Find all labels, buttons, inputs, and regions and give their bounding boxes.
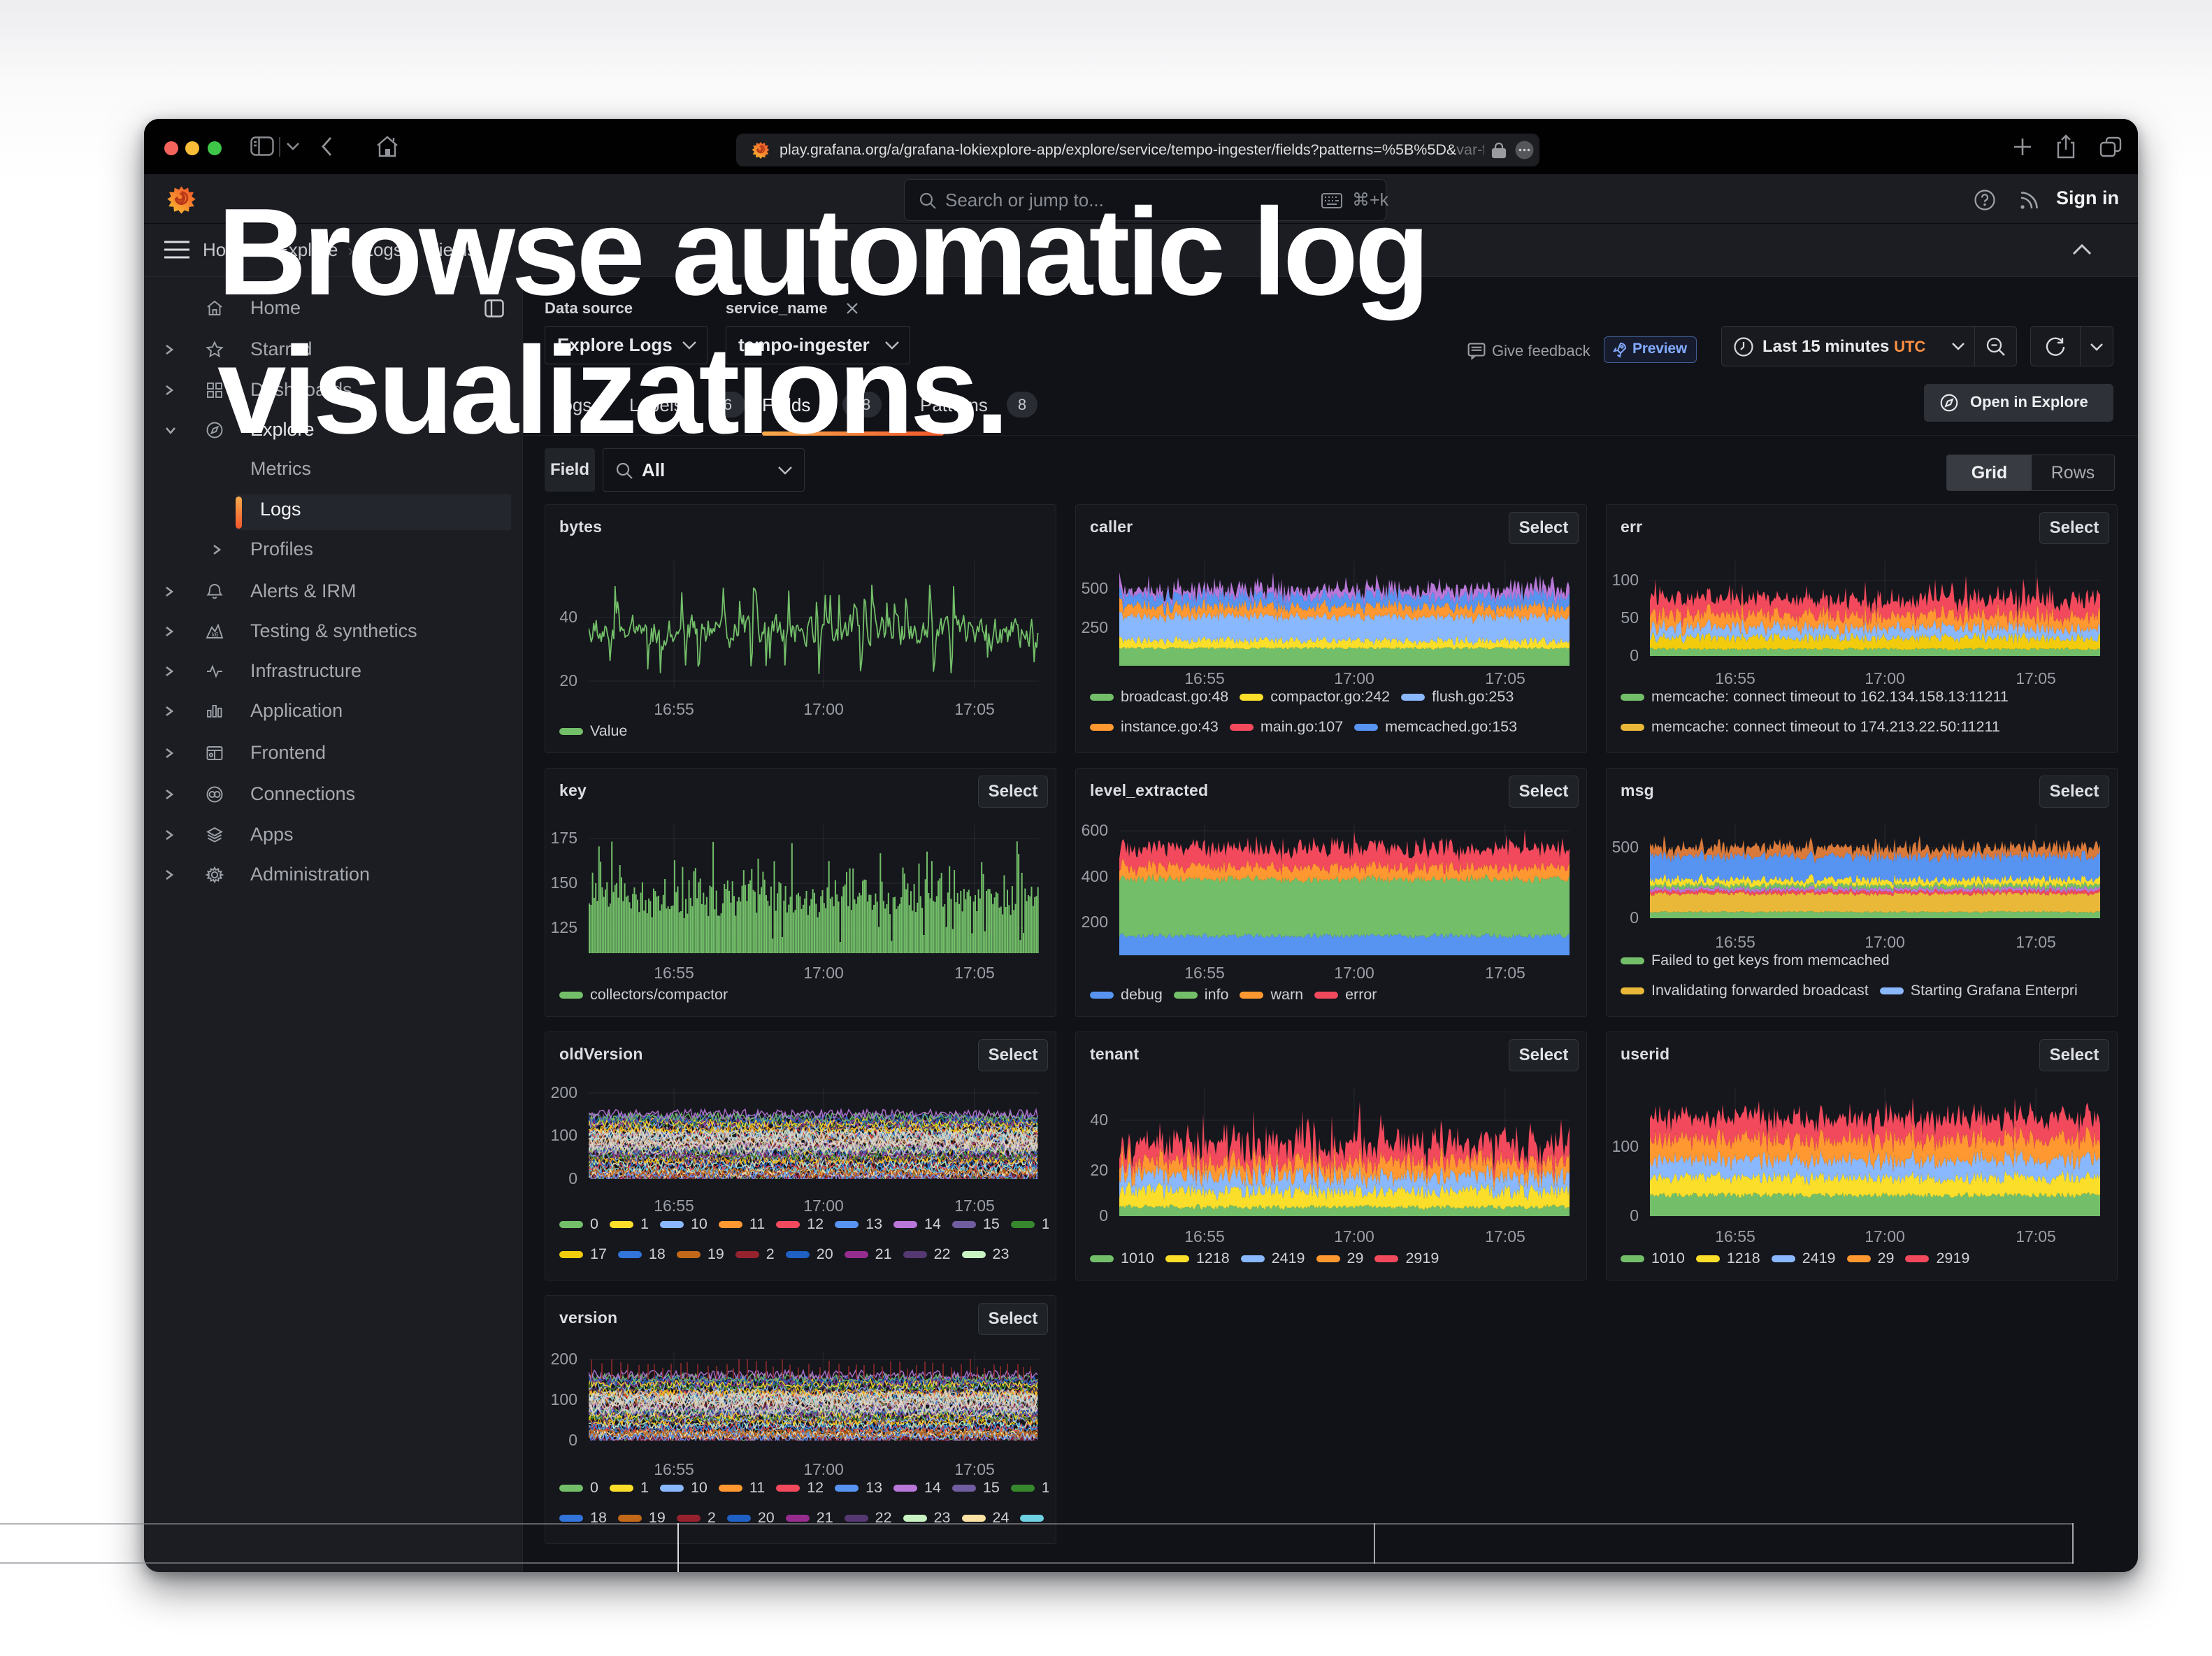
svg-text:k6: k6: [212, 631, 219, 638]
